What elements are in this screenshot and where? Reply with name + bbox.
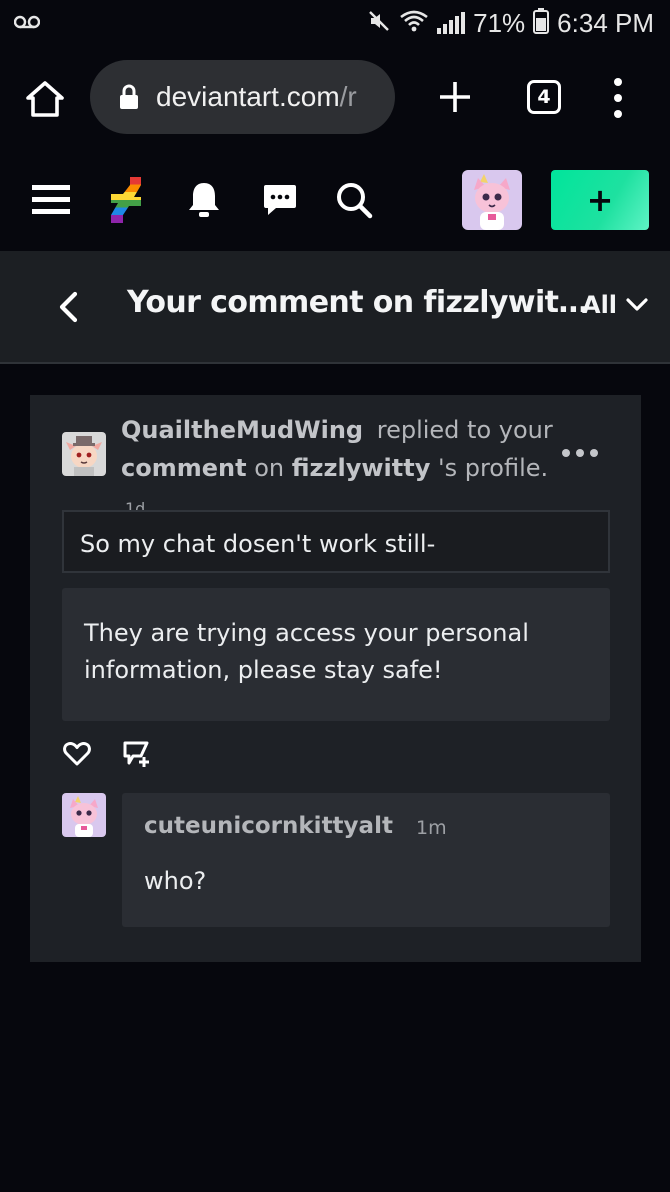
actor-username[interactable]: QuailtheMudWing [121,416,363,444]
user-avatar[interactable] [462,170,522,230]
my-username[interactable]: cuteunicornkittyalt [144,813,393,839]
new-tab-button[interactable] [432,74,478,120]
page-header: Your comment on fizzlywit… All [0,251,670,364]
submit-deviation-button[interactable]: + [551,170,649,230]
browser-menu-button[interactable] [608,78,628,118]
filter-label: All [582,291,618,319]
mute-icon [367,9,391,37]
chevron-down-icon [626,298,648,311]
reply-icon[interactable] [120,738,154,770]
my-avatar[interactable] [62,793,106,837]
site-nav: + [0,160,670,250]
my-reply-text: who? [144,867,207,895]
clock: 6:34 PM [557,7,654,38]
signal-icon [437,12,466,34]
dot [614,110,622,118]
actor-avatar[interactable] [62,432,106,476]
wifi-icon [399,9,429,37]
notification-verb: replied to your [376,416,553,444]
dot [576,449,584,457]
battery-icon [533,8,550,38]
my-reply: cuteunicornkittyalt 1m who? [122,793,610,927]
quoted-comment: So my chat dosen't work still- [62,510,610,573]
home-icon [26,81,64,117]
plus-icon [440,82,470,112]
browser-toolbar: deviantart.com/r 4 [0,58,670,138]
more-options-button[interactable] [562,449,598,457]
target-username[interactable]: fizzlywitty [292,454,431,482]
url-domain: deviantart.com [156,81,340,112]
comment-link[interactable]: comment [121,454,247,482]
url-path: /r [339,81,357,112]
dot [614,94,622,102]
url-text: deviantart.com/r [156,81,357,113]
dot [562,449,570,457]
tab-switcher-button[interactable]: 4 [527,80,561,114]
lock-icon [116,82,142,112]
dot [614,78,622,86]
status-bar: 71% 6:34 PM [0,0,670,48]
address-bar[interactable]: deviantart.com/r [90,60,395,134]
page-title: Your comment on fizzlywit… [127,285,588,320]
notification-card: QuailtheMudWing replied to your comment … [30,395,641,962]
notification-suffix: 's profile. [438,454,549,482]
voicemail-icon [13,10,41,35]
home-button[interactable] [22,76,68,122]
dot [590,449,598,457]
back-button[interactable] [50,287,86,327]
reply-text: They are trying access your personal inf… [62,588,610,721]
search-icon[interactable] [334,180,374,220]
deviantart-logo[interactable] [108,176,144,224]
my-reply-time: 1m [416,817,447,839]
battery-percent: 71% [473,7,526,38]
chat-icon[interactable] [260,180,300,220]
notification-preposition: on [254,454,285,482]
filter-dropdown[interactable]: All [582,291,649,319]
bell-icon[interactable] [184,180,224,220]
heart-icon[interactable] [61,739,93,769]
chevron-left-icon [59,291,78,323]
hamburger-menu-icon[interactable] [32,182,72,218]
